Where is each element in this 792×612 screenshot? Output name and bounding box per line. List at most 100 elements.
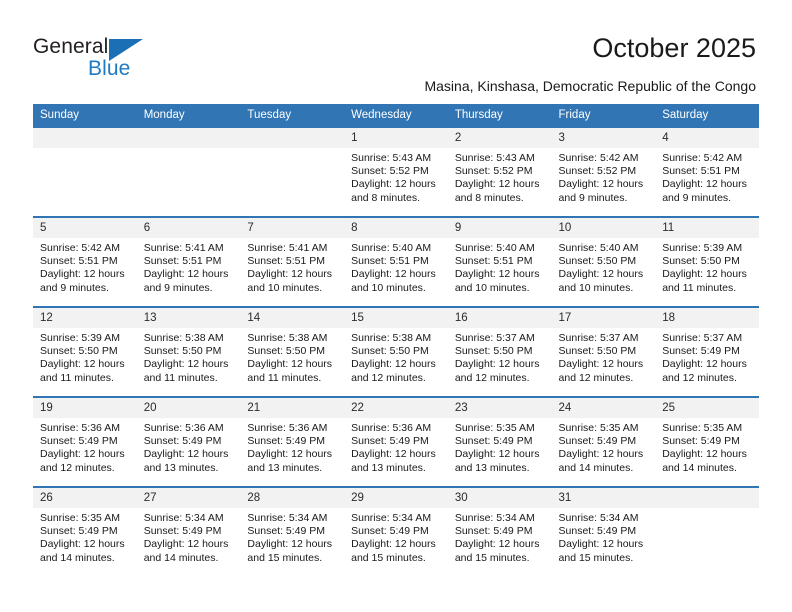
day-info: Sunrise: 5:34 AM Sunset: 5:49 PM Dayligh… [240, 508, 344, 565]
sunrise-text: Sunrise: 5:40 AM [454, 242, 535, 254]
day-number: 19 [33, 398, 137, 418]
daylight-text: Daylight: 12 hours and 14 minutes. [40, 538, 125, 564]
sunrise-text: Sunrise: 5:35 AM [558, 422, 639, 434]
day-cell[interactable]: 20 Sunrise: 5:36 AM Sunset: 5:49 PM Dayl… [136, 396, 241, 487]
sunrise-text: Sunrise: 5:37 AM [454, 332, 535, 344]
daylight-text: Daylight: 12 hours and 12 minutes. [40, 448, 125, 474]
day-cell[interactable]: 29 Sunrise: 5:34 AM Sunset: 5:49 PM Dayl… [344, 486, 448, 576]
day-cell[interactable]: 5 Sunrise: 5:42 AM Sunset: 5:51 PM Dayli… [33, 216, 137, 307]
day-cell[interactable]: 24 Sunrise: 5:35 AM Sunset: 5:49 PM Dayl… [551, 396, 656, 487]
day-cell[interactable]: 8 Sunrise: 5:40 AM Sunset: 5:51 PM Dayli… [344, 216, 448, 307]
sunset-text: Sunset: 5:49 PM [454, 435, 533, 448]
day-info: Sunrise: 5:37 AM Sunset: 5:49 PM Dayligh… [655, 328, 759, 385]
page-header: General Blue October 2025 Masina, Kinsha… [0, 0, 792, 100]
page-subtitle: Masina, Kinshasa, Democratic Republic of… [424, 78, 756, 94]
day-info: Sunrise: 5:40 AM Sunset: 5:51 PM Dayligh… [344, 238, 448, 295]
day-number: 14 [240, 308, 345, 328]
daylight-text: Daylight: 12 hours and 14 minutes. [558, 448, 644, 474]
sunrise-text: Sunrise: 5:43 AM [351, 152, 432, 164]
sunset-text: Sunset: 5:50 PM [351, 345, 429, 358]
day-info: Sunrise: 5:42 AM Sunset: 5:51 PM Dayligh… [655, 148, 759, 205]
day-number: 24 [551, 398, 656, 418]
day-cell[interactable]: 10 Sunrise: 5:40 AM Sunset: 5:50 PM Dayl… [551, 216, 656, 307]
sunrise-text: Sunrise: 5:40 AM [351, 242, 432, 254]
day-cell[interactable]: 26 Sunrise: 5:35 AM Sunset: 5:49 PM Dayl… [33, 486, 137, 576]
daylight-text: Daylight: 12 hours and 14 minutes. [143, 538, 229, 564]
day-cell[interactable]: 11 Sunrise: 5:39 AM Sunset: 5:50 PM Dayl… [655, 216, 759, 307]
weekday-header-row: Sunday Monday Tuesday Wednesday Thursday… [33, 104, 759, 127]
sunrise-text: Sunrise: 5:43 AM [454, 152, 535, 164]
day-cell[interactable]: 14 Sunrise: 5:38 AM Sunset: 5:50 PM Dayl… [240, 306, 345, 397]
sunrise-text: Sunrise: 5:42 AM [662, 152, 743, 164]
day-cell[interactable]: 13 Sunrise: 5:38 AM Sunset: 5:50 PM Dayl… [136, 306, 241, 397]
day-info: Sunrise: 5:37 AM Sunset: 5:50 PM Dayligh… [552, 328, 656, 385]
day-cell[interactable]: 2 Sunrise: 5:43 AM Sunset: 5:52 PM Dayli… [447, 126, 552, 217]
day-cell[interactable]: 6 Sunrise: 5:41 AM Sunset: 5:51 PM Dayli… [136, 216, 241, 307]
weekday-header-wednesday: Wednesday [344, 104, 448, 127]
day-cell[interactable]: 28 Sunrise: 5:34 AM Sunset: 5:49 PM Dayl… [240, 486, 345, 576]
day-cell[interactable]: 1 Sunrise: 5:43 AM Sunset: 5:52 PM Dayli… [344, 126, 448, 217]
day-cell[interactable]: 9 Sunrise: 5:40 AM Sunset: 5:51 PM Dayli… [447, 216, 552, 307]
general-blue-logo[interactable]: General Blue [33, 35, 213, 85]
sunrise-text: Sunrise: 5:34 AM [351, 512, 432, 524]
sunrise-text: Sunrise: 5:38 AM [351, 332, 432, 344]
day-number: 9 [447, 218, 552, 238]
daylight-text: Daylight: 12 hours and 12 minutes. [351, 358, 436, 384]
day-number: 30 [447, 488, 552, 508]
sunrise-text: Sunrise: 5:39 AM [40, 332, 120, 344]
sunset-text: Sunset: 5:50 PM [143, 345, 222, 358]
week-row: 19 Sunrise: 5:36 AM Sunset: 5:49 PM Dayl… [33, 396, 759, 487]
calendar-body: 1 Sunrise: 5:43 AM Sunset: 5:52 PM Dayli… [33, 126, 759, 576]
day-number: 20 [136, 398, 241, 418]
day-cell[interactable]: 3 Sunrise: 5:42 AM Sunset: 5:52 PM Dayli… [551, 126, 656, 217]
sunrise-text: Sunrise: 5:37 AM [558, 332, 639, 344]
day-number: 12 [33, 308, 137, 328]
daylight-text: Daylight: 12 hours and 10 minutes. [247, 268, 333, 294]
sunrise-text: Sunrise: 5:39 AM [662, 242, 743, 254]
sunset-text: Sunset: 5:51 PM [40, 255, 118, 268]
day-cell[interactable]: 31 Sunrise: 5:34 AM Sunset: 5:49 PM Dayl… [551, 486, 656, 576]
day-info: Sunrise: 5:41 AM Sunset: 5:51 PM Dayligh… [240, 238, 344, 295]
sunrise-text: Sunrise: 5:35 AM [454, 422, 535, 434]
sunset-text: Sunset: 5:50 PM [247, 345, 326, 358]
day-info: Sunrise: 5:34 AM Sunset: 5:49 PM Dayligh… [552, 508, 656, 565]
day-number: 8 [344, 218, 448, 238]
daylight-text: Daylight: 12 hours and 11 minutes. [143, 358, 229, 384]
sunrise-text: Sunrise: 5:41 AM [247, 242, 328, 254]
logo-text-general: General [33, 35, 109, 58]
day-info: Sunrise: 5:40 AM Sunset: 5:50 PM Dayligh… [552, 238, 656, 295]
sunset-text: Sunset: 5:49 PM [662, 435, 740, 448]
day-cell[interactable]: 30 Sunrise: 5:34 AM Sunset: 5:49 PM Dayl… [447, 486, 552, 576]
sunrise-text: Sunrise: 5:41 AM [143, 242, 224, 254]
day-info: Sunrise: 5:34 AM Sunset: 5:49 PM Dayligh… [448, 508, 552, 565]
day-cell[interactable]: 22 Sunrise: 5:36 AM Sunset: 5:49 PM Dayl… [344, 396, 448, 487]
day-cell [655, 486, 759, 576]
sunset-text: Sunset: 5:49 PM [143, 525, 222, 538]
day-cell[interactable]: 21 Sunrise: 5:36 AM Sunset: 5:49 PM Dayl… [240, 396, 345, 487]
page-title: October 2025 [592, 33, 756, 63]
day-cell[interactable]: 23 Sunrise: 5:35 AM Sunset: 5:49 PM Dayl… [447, 396, 552, 487]
day-number: 1 [344, 128, 448, 148]
day-cell[interactable]: 27 Sunrise: 5:34 AM Sunset: 5:49 PM Dayl… [136, 486, 241, 576]
day-number: 5 [33, 218, 137, 238]
day-number [33, 128, 137, 148]
day-cell[interactable]: 19 Sunrise: 5:36 AM Sunset: 5:49 PM Dayl… [33, 396, 137, 487]
day-number: 22 [344, 398, 448, 418]
daylight-text: Daylight: 12 hours and 9 minutes. [662, 178, 747, 204]
sunset-text: Sunset: 5:49 PM [558, 435, 637, 448]
weekday-header-monday: Monday [136, 104, 241, 127]
day-cell[interactable]: 12 Sunrise: 5:39 AM Sunset: 5:50 PM Dayl… [33, 306, 137, 397]
day-cell[interactable]: 7 Sunrise: 5:41 AM Sunset: 5:51 PM Dayli… [240, 216, 345, 307]
day-cell[interactable]: 17 Sunrise: 5:37 AM Sunset: 5:50 PM Dayl… [551, 306, 656, 397]
day-cell[interactable]: 15 Sunrise: 5:38 AM Sunset: 5:50 PM Dayl… [344, 306, 448, 397]
daylight-text: Daylight: 12 hours and 13 minutes. [454, 448, 540, 474]
day-cell[interactable]: 16 Sunrise: 5:37 AM Sunset: 5:50 PM Dayl… [447, 306, 552, 397]
sunrise-text: Sunrise: 5:42 AM [40, 242, 120, 254]
day-cell[interactable]: 25 Sunrise: 5:35 AM Sunset: 5:49 PM Dayl… [655, 396, 759, 487]
day-cell[interactable]: 4 Sunrise: 5:42 AM Sunset: 5:51 PM Dayli… [655, 126, 759, 217]
day-number: 7 [240, 218, 345, 238]
day-cell[interactable]: 18 Sunrise: 5:37 AM Sunset: 5:49 PM Dayl… [655, 306, 759, 397]
daylight-text: Daylight: 12 hours and 8 minutes. [351, 178, 436, 204]
daylight-text: Daylight: 12 hours and 8 minutes. [454, 178, 540, 204]
day-info: Sunrise: 5:35 AM Sunset: 5:49 PM Dayligh… [552, 418, 656, 475]
